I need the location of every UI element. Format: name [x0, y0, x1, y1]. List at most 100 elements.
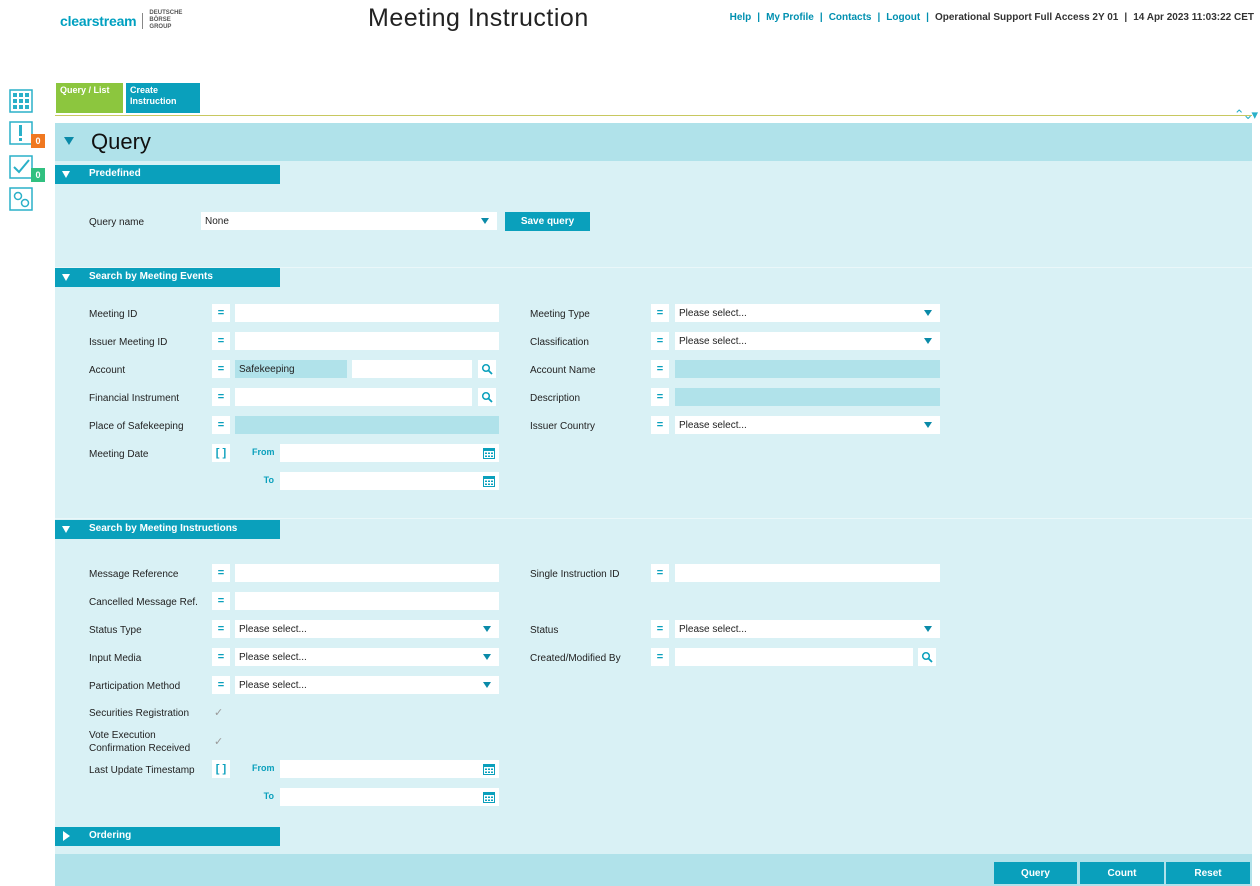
calendar-icon[interactable]: [483, 475, 495, 487]
last-update-from-label: From: [252, 763, 275, 773]
participation-method-label: Participation Method: [89, 681, 181, 692]
account-name-operator[interactable]: =: [651, 360, 669, 378]
message-reference-input[interactable]: [235, 564, 499, 582]
sidebar-item-dashboard[interactable]: [8, 88, 34, 114]
meeting-id-input[interactable]: [235, 304, 499, 322]
participation-method-value: Please select...: [239, 679, 307, 691]
vote-execution-label-line2: Confirmation Received: [89, 743, 191, 754]
status-operator[interactable]: =: [651, 620, 669, 638]
dropdown-arrow-icon: [481, 218, 489, 224]
last-update-timestamp-operator[interactable]: [ ]: [212, 760, 230, 778]
issuer-meeting-id-input[interactable]: [235, 332, 499, 350]
vote-execution-checkbox[interactable]: ✓: [214, 735, 223, 748]
account-search-button[interactable]: [478, 360, 496, 378]
section-title: Search by Meeting Events: [89, 271, 213, 282]
logout-link[interactable]: Logout: [886, 12, 920, 23]
alerts-badge: 0: [31, 134, 45, 148]
alert-icon: [9, 121, 33, 145]
meeting-date-to-input[interactable]: [280, 472, 499, 490]
participation-method-operator[interactable]: =: [212, 676, 230, 694]
place-of-safekeeping-operator[interactable]: =: [212, 416, 230, 434]
input-media-operator[interactable]: =: [212, 648, 230, 666]
meeting-type-operator[interactable]: =: [651, 304, 669, 322]
cancelled-message-ref-operator[interactable]: =: [212, 592, 230, 610]
meeting-id-operator[interactable]: =: [212, 304, 230, 322]
query-name-label: Query name: [89, 217, 145, 228]
count-button[interactable]: Count: [1080, 862, 1164, 884]
issuer-country-value: Please select...: [679, 419, 747, 431]
status-type-operator[interactable]: =: [212, 620, 230, 638]
dropdown-arrow-icon: [924, 626, 932, 632]
help-link[interactable]: Help: [730, 12, 752, 23]
created-modified-by-search-button[interactable]: [918, 648, 936, 666]
calendar-icon[interactable]: [483, 791, 495, 803]
issuer-country-select[interactable]: Please select...: [675, 416, 940, 434]
financial-instrument-input[interactable]: [235, 388, 472, 406]
single-instruction-id-label: Single Instruction ID: [530, 569, 620, 580]
status-value: Please select...: [679, 623, 747, 635]
section-toggle-icon: [62, 526, 70, 533]
financial-instrument-operator[interactable]: =: [212, 388, 230, 406]
description-operator[interactable]: =: [651, 388, 669, 406]
status-type-select[interactable]: Please select...: [235, 620, 499, 638]
last-update-to-input[interactable]: [280, 788, 499, 806]
section-title: Predefined: [89, 168, 141, 179]
tab-create-instruction[interactable]: Create Instruction: [126, 83, 200, 113]
section-predefined[interactable]: Predefined: [55, 165, 280, 184]
issuer-country-operator[interactable]: =: [651, 416, 669, 434]
dropdown-arrow-icon: [924, 338, 932, 344]
calendar-icon[interactable]: [483, 763, 495, 775]
search-icon: [481, 363, 493, 375]
contacts-link[interactable]: Contacts: [829, 12, 872, 23]
single-instruction-id-input[interactable]: [675, 564, 940, 582]
query-name-select[interactable]: None: [201, 212, 497, 230]
securities-registration-checkbox[interactable]: ✓: [214, 706, 223, 719]
place-of-safekeeping-field: [235, 416, 499, 434]
meeting-date-from-label: From: [252, 447, 275, 457]
classification-select[interactable]: Please select...: [675, 332, 940, 350]
access-text: Operational Support Full Access 2Y 01: [934, 12, 1119, 23]
message-reference-operator[interactable]: =: [212, 564, 230, 582]
settings-icon: [9, 187, 33, 211]
save-query-button[interactable]: Save query: [505, 212, 590, 231]
description-label: Description: [530, 393, 581, 404]
financial-instrument-search-button[interactable]: [478, 388, 496, 406]
account-input[interactable]: [352, 360, 472, 378]
section-meeting-events[interactable]: Search by Meeting Events: [55, 268, 280, 287]
issuer-country-label: Issuer Country: [530, 421, 596, 432]
status-select[interactable]: Please select...: [675, 620, 940, 638]
classification-operator[interactable]: =: [651, 332, 669, 350]
query-button[interactable]: Query: [994, 862, 1077, 884]
last-update-from-input[interactable]: [280, 760, 499, 778]
created-modified-by-input[interactable]: [675, 648, 913, 666]
input-media-value: Please select...: [239, 651, 307, 663]
meeting-date-from-input[interactable]: [280, 444, 499, 462]
meeting-type-select[interactable]: Please select...: [675, 304, 940, 322]
query-header[interactable]: Query: [55, 123, 1252, 161]
reset-button[interactable]: Reset: [1166, 862, 1250, 884]
section-title: Search by Meeting Instructions: [89, 523, 238, 534]
created-modified-by-operator[interactable]: =: [651, 648, 669, 666]
top-links: Help | My Profile | Contacts | Logout | Operatio…: [729, 12, 1254, 23]
query-panel: [55, 123, 1252, 854]
cancelled-message-ref-input[interactable]: [235, 592, 499, 610]
input-media-select[interactable]: Please select...: [235, 648, 499, 666]
account-label: Account: [89, 365, 126, 376]
calendar-icon[interactable]: [483, 447, 495, 459]
meeting-date-operator[interactable]: [ ]: [212, 444, 230, 462]
dropdown-arrow-icon: [924, 422, 932, 428]
section-ordering[interactable]: Ordering: [55, 827, 280, 846]
single-instruction-id-operator[interactable]: =: [651, 564, 669, 582]
query-title: Query: [91, 129, 151, 154]
account-operator[interactable]: =: [212, 360, 230, 378]
tab-query-list[interactable]: Query / List: [56, 83, 123, 113]
meeting-id-label: Meeting ID: [89, 309, 138, 320]
sidebar-item-settings[interactable]: [8, 186, 34, 212]
section-meeting-instructions[interactable]: Search by Meeting Instructions: [55, 520, 280, 539]
participation-method-select[interactable]: Please select...: [235, 676, 499, 694]
my-profile-link[interactable]: My Profile: [766, 12, 814, 23]
issuer-meeting-id-operator[interactable]: =: [212, 332, 230, 350]
collapse-all-icon[interactable]: ⌃⌄▾: [1234, 107, 1258, 123]
place-of-safekeeping-label: Place of Safekeeping: [89, 421, 184, 432]
divider: [55, 518, 1252, 519]
